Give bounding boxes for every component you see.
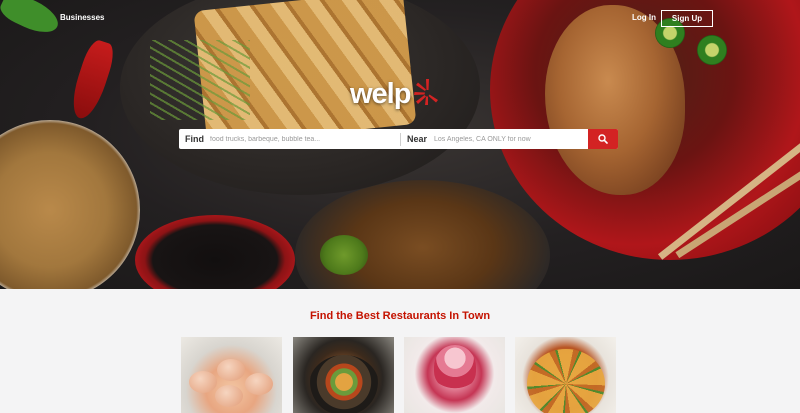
search-button[interactable] bbox=[588, 129, 618, 149]
jalapeno-slice bbox=[697, 35, 727, 65]
sauce-bowl bbox=[135, 215, 295, 289]
featured-section: Find the Best Restaurants In Town bbox=[0, 289, 800, 413]
microgreens bbox=[150, 40, 250, 120]
signup-button[interactable]: Sign Up bbox=[661, 10, 713, 27]
dumpling bbox=[217, 359, 245, 381]
find-input[interactable] bbox=[210, 135, 394, 143]
search-icon bbox=[598, 134, 608, 144]
near-label: Near bbox=[407, 134, 428, 144]
pasta-plate bbox=[527, 349, 605, 413]
search-bar: Find Near bbox=[179, 129, 618, 149]
dumpling bbox=[245, 373, 273, 395]
nav-login-link[interactable]: Log In bbox=[632, 13, 656, 22]
logo-text: welp bbox=[350, 78, 411, 110]
restaurant-card-dumplings[interactable] bbox=[181, 337, 282, 413]
green-pepper bbox=[0, 0, 64, 40]
shaved-ice bbox=[434, 345, 476, 389]
dumpling bbox=[189, 371, 217, 393]
hero-banner: Businesses Log In Sign Up welp Find Near bbox=[0, 0, 800, 289]
find-label: Find bbox=[185, 134, 204, 144]
section-title: Find the Best Restaurants In Town bbox=[309, 310, 491, 322]
dumpling bbox=[215, 385, 243, 407]
restaurant-card-shaved-ice[interactable] bbox=[404, 337, 505, 413]
fried-rice-bowl bbox=[0, 120, 140, 289]
restaurant-card-bibimbap[interactable] bbox=[293, 337, 394, 413]
broccoli bbox=[320, 235, 368, 275]
site-logo[interactable]: welp bbox=[350, 77, 440, 109]
burst-icon bbox=[414, 79, 439, 105]
near-input[interactable] bbox=[434, 135, 585, 143]
red-chili bbox=[66, 37, 118, 123]
restaurant-card-pasta[interactable] bbox=[515, 337, 616, 413]
nav-businesses-link[interactable]: Businesses bbox=[60, 13, 104, 22]
bibimbap-bowl bbox=[309, 355, 379, 413]
